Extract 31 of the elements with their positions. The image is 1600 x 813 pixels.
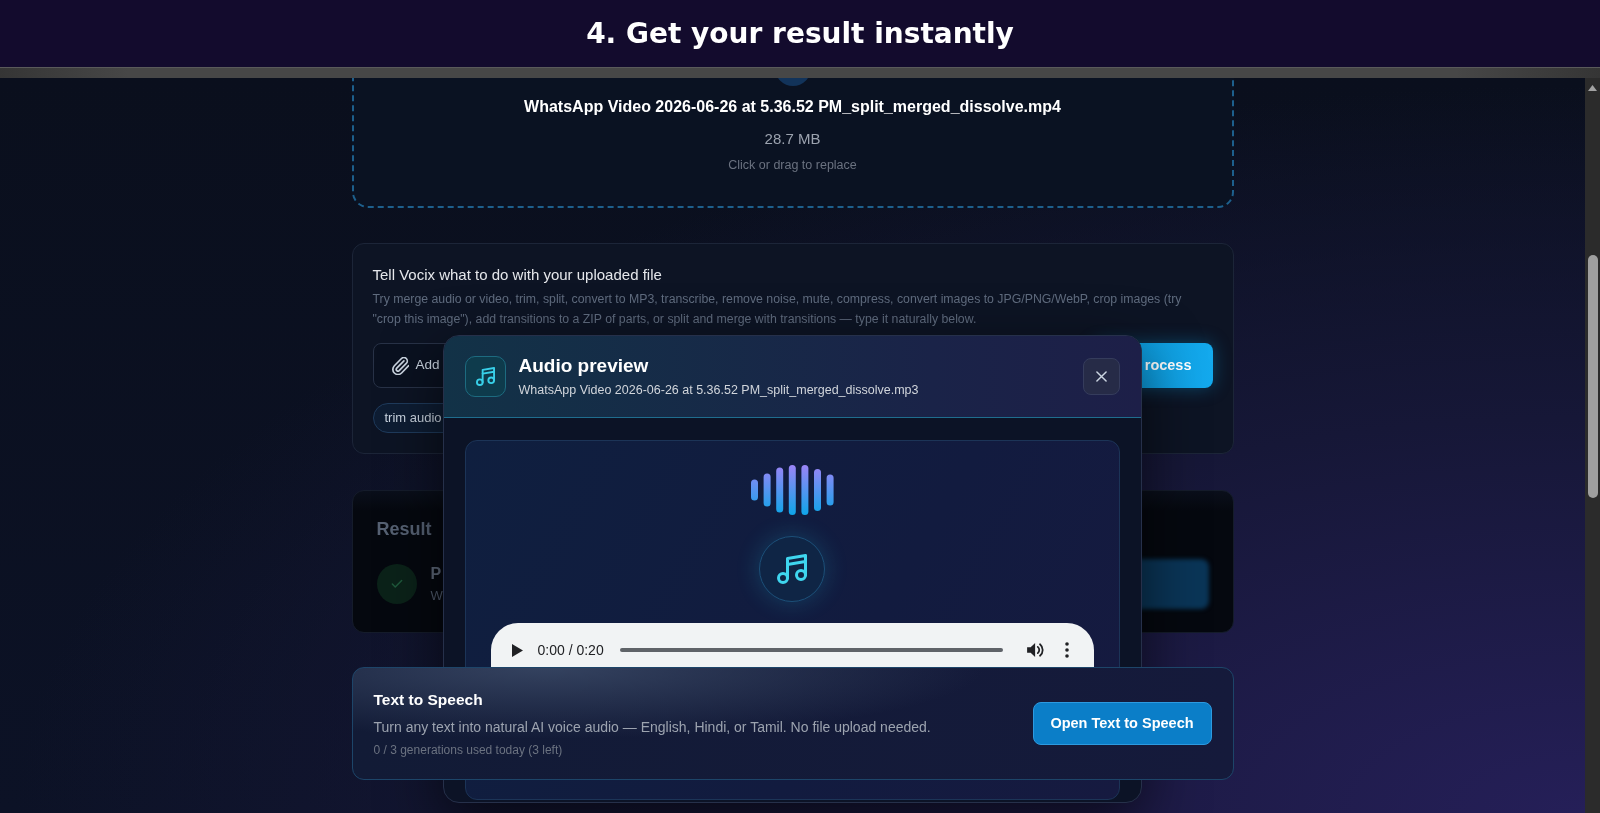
result-item-title: P xyxy=(430,563,442,584)
scrollbar-thumb[interactable] xyxy=(1587,255,1598,498)
replace-hint: Click or drag to replace xyxy=(728,157,857,174)
attach-button[interactable]: Add xyxy=(391,355,440,376)
music-note-icon xyxy=(464,356,506,397)
result-item-subtitle: W xyxy=(430,586,443,605)
scrollbar-track[interactable] xyxy=(1585,78,1600,813)
modal-title: Audio preview xyxy=(518,354,649,378)
tts-description: Turn any text into natural AI voice audio — English, Hindi, or Tamil. No file upload needed. xyxy=(373,717,931,737)
play-icon[interactable] xyxy=(511,643,523,657)
seek-track[interactable] xyxy=(619,648,1003,652)
usage-count: 0 / 3 generations used today (3 left) xyxy=(373,741,563,758)
tts-title: Text to Speech xyxy=(373,689,483,710)
close-button[interactable] xyxy=(1082,358,1120,395)
playback-time: 0:00 / 0:20 xyxy=(537,640,604,660)
modal-file-name: WhatsApp Video 2026-06-26 at 5.36.52 PM_split_merged_dissolve.mp3 xyxy=(518,382,919,399)
scroll-up-arrow-icon[interactable] xyxy=(1588,85,1597,91)
paperclip-icon xyxy=(391,356,409,375)
file-name: WhatsApp Video 2026-06-26 at 5.36.52 PM_split_merged_dissolve.mp4 xyxy=(524,97,1061,117)
volume-icon[interactable] xyxy=(1026,642,1045,658)
prompt-description: Try merge audio or video, trim, split, convert to MP3, transcribe, remove noise, mute, compress, convert images to JPG/PNG/WebP, crop images (try "crop this image"), add transitions to a ZIP of parts, or split and merge with transitions — type it naturally below. xyxy=(372,291,1183,328)
prompt-title: Tell Vocix what to do with your uploaded file xyxy=(372,265,662,285)
close-icon xyxy=(1095,371,1107,382)
more-options-icon[interactable] xyxy=(1064,642,1069,658)
sound-wave-icon xyxy=(750,465,834,515)
open-tts-button[interactable]: Open Text to Speech xyxy=(1032,702,1212,745)
audio-player[interactable]: 0:00 / 0:20 xyxy=(490,623,1094,667)
banner-title: 4. Get your result instantly xyxy=(586,15,1014,52)
upload-card[interactable]: WhatsApp Video 2026-06-26 at 5.36.52 PM_split_merged_dissolve.mp4 28.7 MB Click or drag to replace xyxy=(351,78,1234,208)
file-size: 28.7 MB xyxy=(764,129,821,149)
result-title: Result xyxy=(376,519,432,539)
